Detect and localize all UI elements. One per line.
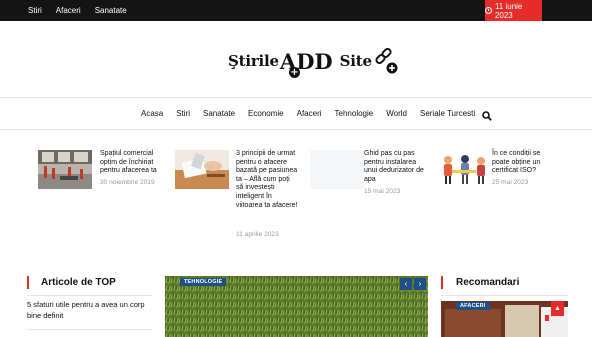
clock-icon (485, 7, 492, 14)
logo-plus-icon: + (288, 66, 300, 78)
post-date: 25 mai 2023 (492, 179, 529, 186)
search-icon[interactable] (482, 108, 492, 121)
post-thumbnail[interactable] (438, 150, 492, 189)
post-thumbnail[interactable] (175, 150, 229, 189)
top-nav: Stiri Afaceri Sanatate (28, 0, 127, 21)
nav-item-economie[interactable]: Economie (242, 109, 291, 118)
logo-text-part1: Ştirile (228, 52, 279, 70)
post-title[interactable]: Ghid pas cu pas pentru instalarea unui d… (364, 150, 428, 184)
nav-item-seriale-turcesti[interactable]: Seriale Turcesti (414, 109, 482, 118)
top-nav-link-afaceri[interactable]: Afaceri (56, 6, 81, 15)
nav-item-world[interactable]: World (380, 109, 414, 118)
date-badge: 11 iunie 2023 (485, 0, 542, 21)
nav-item-acasa[interactable]: Acasa (141, 109, 170, 118)
article-divider (27, 329, 152, 330)
section-divider (27, 295, 152, 296)
logo-text-add-label: ADD (279, 48, 333, 74)
section-divider (441, 295, 568, 296)
nav-item-tehnologie[interactable]: Tehnologie (329, 109, 381, 118)
nav-item-afaceri[interactable]: Afaceri (291, 109, 329, 118)
post-title[interactable]: În ce condiții se poate obține un certif… (492, 150, 556, 176)
slider-next-button[interactable]: › (414, 278, 426, 290)
nav-item-sanatate[interactable]: Sanatate (197, 109, 242, 118)
post-date: 11 aprilie 2023 (236, 231, 279, 238)
top-nav-link-stiri[interactable]: Stiri (28, 6, 42, 15)
featured-posts: Spațiul comercial optim de închiriat pen… (38, 148, 558, 248)
post-date: 15 mai 2023 (364, 188, 401, 195)
top-bar: Stiri Afaceri Sanatate 11 iunie 2023 (0, 0, 592, 21)
post-thumbnail[interactable] (310, 150, 364, 189)
section-accent-bar (27, 276, 29, 289)
logo-text-part3: Site (339, 52, 372, 70)
scroll-to-top-button[interactable]: ▲ (551, 301, 564, 316)
site-logo[interactable]: Ştirile ADD + Site (228, 43, 400, 79)
section-title-recommended: Recomandari (456, 277, 520, 288)
post-thumbnail[interactable] (38, 150, 92, 189)
current-date: 11 iunie 2023 (494, 1, 523, 20)
nav-divider-bottom (0, 129, 592, 130)
post-title[interactable]: Spațiul comercial optim de închiriat pen… (100, 150, 162, 176)
post-title[interactable]: 3 principii de urmat pentru o afacere ba… (236, 150, 298, 210)
slider-prev-button[interactable]: ‹ (400, 278, 412, 290)
top-article-link[interactable]: 5 sfaturi utile pentru a avea un corp bi… (27, 299, 152, 321)
post-date: 30 noiembrie 2019 (100, 179, 155, 186)
section-title-top-articles: Articole de TOP (41, 277, 116, 288)
logo-text-add: ADD + (279, 48, 333, 78)
section-accent-bar (441, 276, 443, 289)
chain-link-icon (372, 46, 400, 76)
nav-item-stiri[interactable]: Stiri (170, 109, 197, 118)
category-tag[interactable]: TEHNOLOGIE (180, 278, 227, 286)
main-nav: Acasa Stiri Sanatate Economie Afaceri Te… (141, 98, 482, 129)
category-tag[interactable]: AFACERI (456, 302, 490, 310)
top-nav-link-sanatate[interactable]: Sanatate (95, 6, 127, 15)
